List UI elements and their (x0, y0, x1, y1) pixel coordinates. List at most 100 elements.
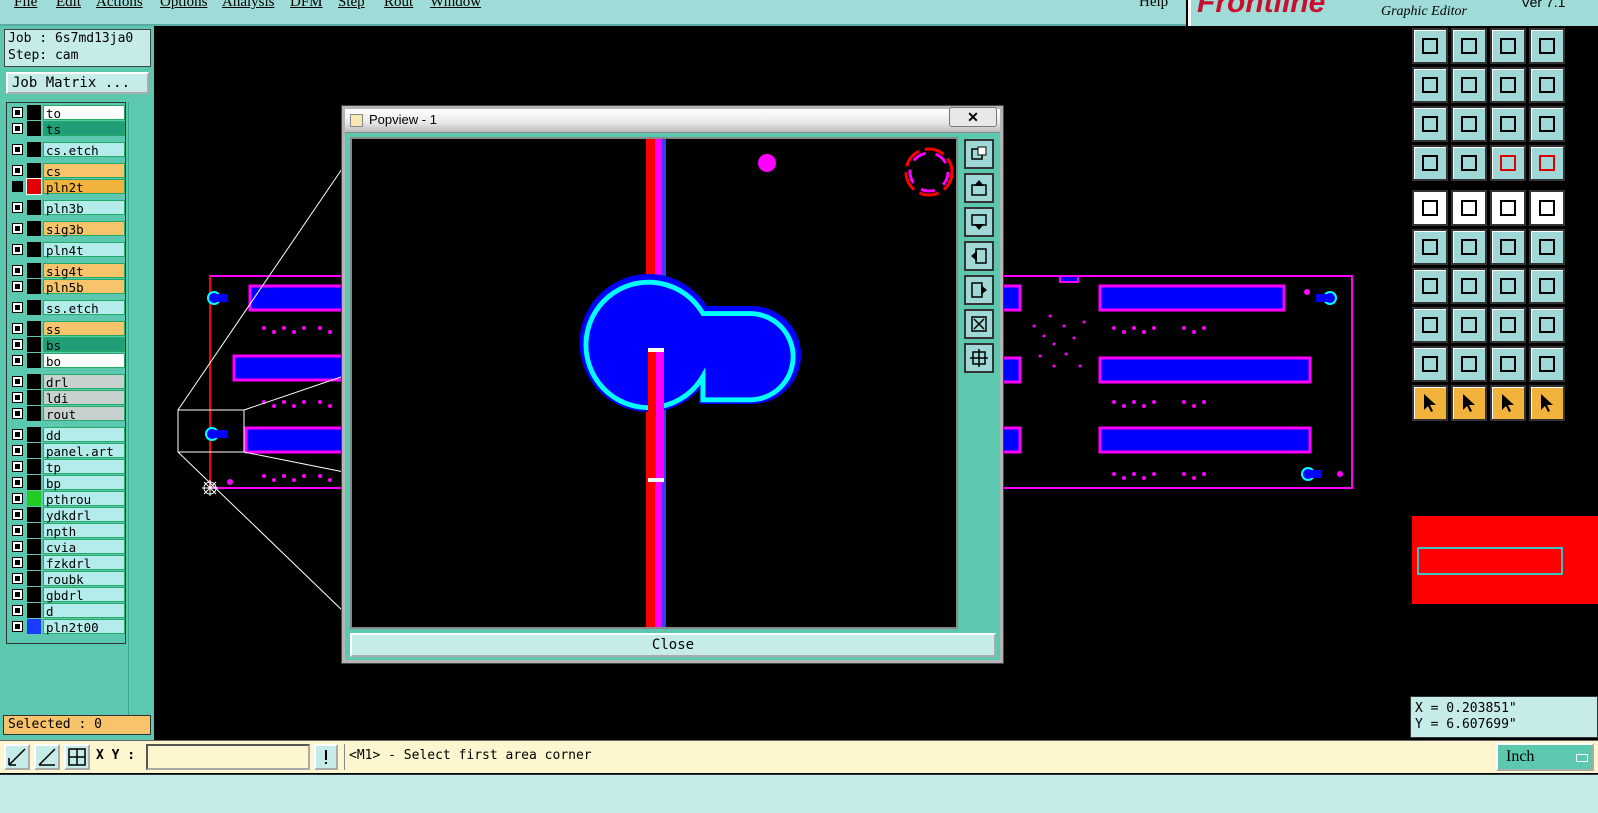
layer-row[interactable]: panel.art (9, 443, 125, 459)
layer-row[interactable]: npth (9, 523, 125, 539)
layer-row[interactable]: ldi (9, 390, 125, 406)
xy-input[interactable] (146, 744, 310, 770)
measure-icon[interactable] (1490, 307, 1526, 343)
swap-icon[interactable] (1490, 67, 1526, 103)
layer-row[interactable]: tp (9, 459, 125, 475)
node-icon[interactable] (1412, 229, 1448, 265)
layer-checkbox[interactable] (12, 493, 23, 504)
layer-checkbox[interactable] (12, 461, 23, 472)
move-left-icon[interactable] (1412, 67, 1448, 103)
layer-row[interactable]: bs (9, 337, 125, 353)
window-close-button[interactable]: ✕ (949, 107, 997, 127)
close-button[interactable]: Close (350, 633, 996, 657)
components-icon[interactable] (1529, 307, 1565, 343)
circle-pad-icon[interactable] (1529, 190, 1565, 226)
snap-icon[interactable] (34, 744, 60, 770)
menu-options[interactable]: Options (160, 0, 208, 11)
layer-row[interactable]: bo (9, 353, 125, 369)
triangle-blue-icon[interactable] (1490, 346, 1526, 382)
snap-icon[interactable] (1412, 307, 1448, 343)
overview-map[interactable] (1412, 430, 1598, 692)
pointer-alt-icon[interactable] (1451, 385, 1487, 421)
layer-checkbox[interactable] (12, 244, 23, 255)
measure-icon[interactable] (4, 744, 30, 770)
move-right-icon[interactable] (1451, 67, 1487, 103)
layer-row[interactable]: pthrou (9, 491, 125, 507)
layer-row[interactable]: d (9, 603, 125, 619)
layer-list-scrollbar[interactable] (128, 102, 150, 732)
angle-icon[interactable] (1412, 268, 1448, 304)
layer-checkbox[interactable] (12, 281, 23, 292)
open-icon[interactable] (1412, 28, 1448, 64)
line-move-icon[interactable] (1529, 229, 1565, 265)
layer-checkbox[interactable] (12, 202, 23, 213)
home-icon[interactable] (1490, 28, 1526, 64)
layer-checkbox[interactable] (12, 477, 23, 488)
rotate-icon[interactable] (1490, 268, 1526, 304)
layer-checkbox[interactable] (12, 589, 23, 600)
layer-row[interactable]: drl (9, 374, 125, 390)
layer-checkbox[interactable] (12, 541, 23, 552)
layer-row[interactable]: gbdrl (9, 587, 125, 603)
save-icon[interactable] (1451, 28, 1487, 64)
popview-canvas[interactable] (350, 137, 958, 629)
layer-checkbox[interactable] (12, 181, 23, 192)
layer-checkbox[interactable] (12, 339, 23, 350)
grid-icon[interactable] (1451, 145, 1487, 181)
layer-checkbox[interactable] (12, 223, 23, 234)
layer-row[interactable]: sig4t (9, 263, 125, 279)
layer-checkbox[interactable] (12, 355, 23, 366)
layer-checkbox[interactable] (12, 408, 23, 419)
layer-row[interactable]: pln2t00 (9, 619, 125, 635)
menu-step[interactable]: Step (338, 0, 365, 11)
layer-checkbox[interactable] (12, 445, 23, 456)
layer-row[interactable]: pln4t (9, 242, 125, 258)
select-box-icon[interactable] (1451, 190, 1487, 226)
layer-row[interactable]: pln2t (9, 178, 125, 195)
layer-row[interactable]: pln3b (9, 200, 125, 216)
layer-row[interactable]: ss (9, 321, 125, 337)
cross-icon[interactable] (1451, 229, 1487, 265)
layer-checkbox[interactable] (12, 165, 23, 176)
menu-rout[interactable]: Rout (384, 0, 413, 11)
pointer-path-icon[interactable] (1529, 385, 1565, 421)
pointer-box-icon[interactable] (1490, 385, 1526, 421)
layer-row[interactable]: ss.etch (9, 300, 125, 316)
layer-checkbox[interactable] (12, 557, 23, 568)
layer-checkbox[interactable] (12, 429, 23, 440)
pad-icon[interactable] (1412, 190, 1448, 226)
layer-row[interactable]: fzkdrl (9, 555, 125, 571)
layer-checkbox[interactable] (12, 123, 23, 134)
menu-help[interactable]: Help (1139, 0, 1168, 11)
layer-row[interactable]: cvia (9, 539, 125, 555)
filter-red-icon[interactable] (1490, 145, 1526, 181)
mirror-icon[interactable] (1529, 268, 1565, 304)
line-add-icon[interactable] (1490, 229, 1526, 265)
menu-file[interactable]: File (14, 0, 37, 11)
help-icon[interactable] (1529, 106, 1565, 142)
menu-dfm[interactable]: DFM (290, 0, 323, 11)
scale-icon[interactable] (1490, 106, 1526, 142)
layer-row[interactable]: rout (9, 406, 125, 422)
popview-pan-up-button[interactable] (964, 173, 994, 203)
line-red-icon[interactable] (1451, 307, 1487, 343)
ruler-icon[interactable] (1490, 190, 1526, 226)
popview-pan-right-button[interactable] (964, 275, 994, 305)
triangle-line-icon[interactable] (1529, 346, 1565, 382)
layer-checkbox[interactable] (12, 302, 23, 313)
pointer-icon[interactable] (1412, 385, 1448, 421)
menu-actions[interactable]: Actions (96, 0, 143, 11)
popview-fit-button[interactable] (964, 309, 994, 339)
triangle-red-icon[interactable] (1412, 346, 1448, 382)
layer-checkbox[interactable] (12, 573, 23, 584)
zoom-fit-icon[interactable] (1412, 106, 1448, 142)
layer-checkbox[interactable] (12, 621, 23, 632)
layer-checkbox[interactable] (12, 605, 23, 616)
popview-pan-left-button[interactable] (964, 241, 994, 271)
layer-row[interactable]: sig3b (9, 221, 125, 237)
layer-row[interactable]: cs (9, 163, 125, 179)
arrow-icon[interactable] (1451, 268, 1487, 304)
menu-analysis[interactable]: Analysis (222, 0, 275, 11)
layer-checkbox[interactable] (12, 392, 23, 403)
layer-row[interactable]: to (9, 105, 125, 121)
